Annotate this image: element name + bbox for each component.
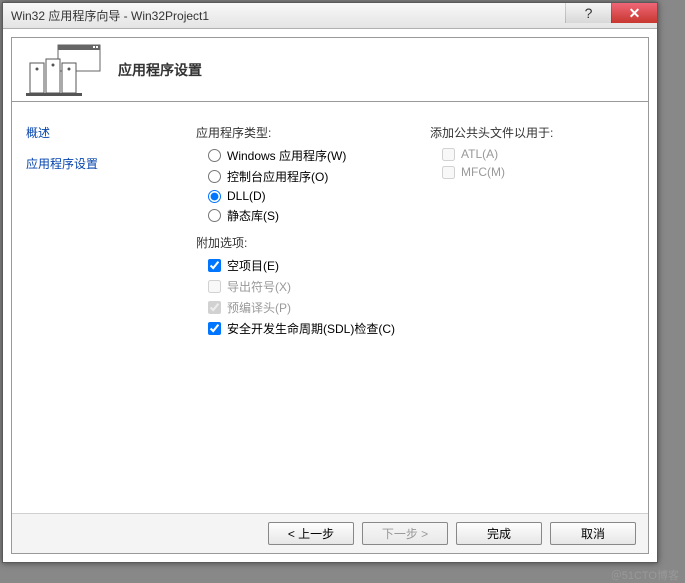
help-button[interactable]: ? <box>565 3 611 23</box>
wizard-footer: < 上一步 下一步 > 完成 取消 <box>12 513 648 553</box>
add-options-label: 附加选项: <box>196 234 400 251</box>
wizard-inner: 应用程序设置 概述 应用程序设置 应用程序类型: Windows 应用程序(W)… <box>11 37 649 554</box>
titlebar: Win32 应用程序向导 - Win32Project1 ? ✕ <box>3 3 657 29</box>
checkbox-sdl-check[interactable]: 安全开发生命周期(SDL)检查(C) <box>208 320 400 337</box>
sidebar-item-overview[interactable]: 概述 <box>26 124 168 141</box>
checkbox-atl: ATL(A) <box>442 147 634 161</box>
wizard-window: Win32 应用程序向导 - Win32Project1 ? ✕ 应用程序设置 <box>2 2 658 563</box>
radio-console-app[interactable]: 控制台应用程序(O) <box>208 168 400 185</box>
sidebar-item-app-settings[interactable]: 应用程序设置 <box>26 155 168 172</box>
radio-static-lib[interactable]: 静态库(S) <box>208 207 400 224</box>
watermark: ＠51CTO博客 <box>611 567 679 583</box>
checkbox-mfc: MFC(M) <box>442 165 634 179</box>
titlebar-buttons: ? ✕ <box>565 3 657 28</box>
common-headers-label: 添加公共头文件以用于: <box>430 124 634 141</box>
page-title: 应用程序设置 <box>118 60 202 80</box>
close-button[interactable]: ✕ <box>611 3 657 23</box>
app-type-label: 应用程序类型: <box>196 124 400 141</box>
wizard-header: 应用程序设置 <box>12 38 648 102</box>
finish-button[interactable]: 完成 <box>456 522 542 545</box>
prev-button[interactable]: < 上一步 <box>268 522 354 545</box>
radio-windows-app[interactable]: Windows 应用程序(W) <box>208 147 400 164</box>
cancel-button[interactable]: 取消 <box>550 522 636 545</box>
titlebar-text: Win32 应用程序向导 - Win32Project1 <box>11 7 565 24</box>
left-column: 应用程序类型: Windows 应用程序(W) 控制台应用程序(O) DLL(D… <box>196 124 400 499</box>
radio-dll[interactable]: DLL(D) <box>208 189 400 203</box>
checkbox-precompiled-header: 预编译头(P) <box>208 299 400 316</box>
sidebar: 概述 应用程序设置 <box>12 102 182 513</box>
app-settings-icon <box>24 43 104 97</box>
checkbox-empty-project[interactable]: 空项目(E) <box>208 257 400 274</box>
checkbox-export-symbols: 导出符号(X) <box>208 278 400 295</box>
next-button: 下一步 > <box>362 522 448 545</box>
content: 应用程序类型: Windows 应用程序(W) 控制台应用程序(O) DLL(D… <box>182 102 648 513</box>
right-column: 添加公共头文件以用于: ATL(A) MFC(M) <box>430 124 634 499</box>
wizard-body: 概述 应用程序设置 应用程序类型: Windows 应用程序(W) 控制台应用程… <box>12 102 648 513</box>
